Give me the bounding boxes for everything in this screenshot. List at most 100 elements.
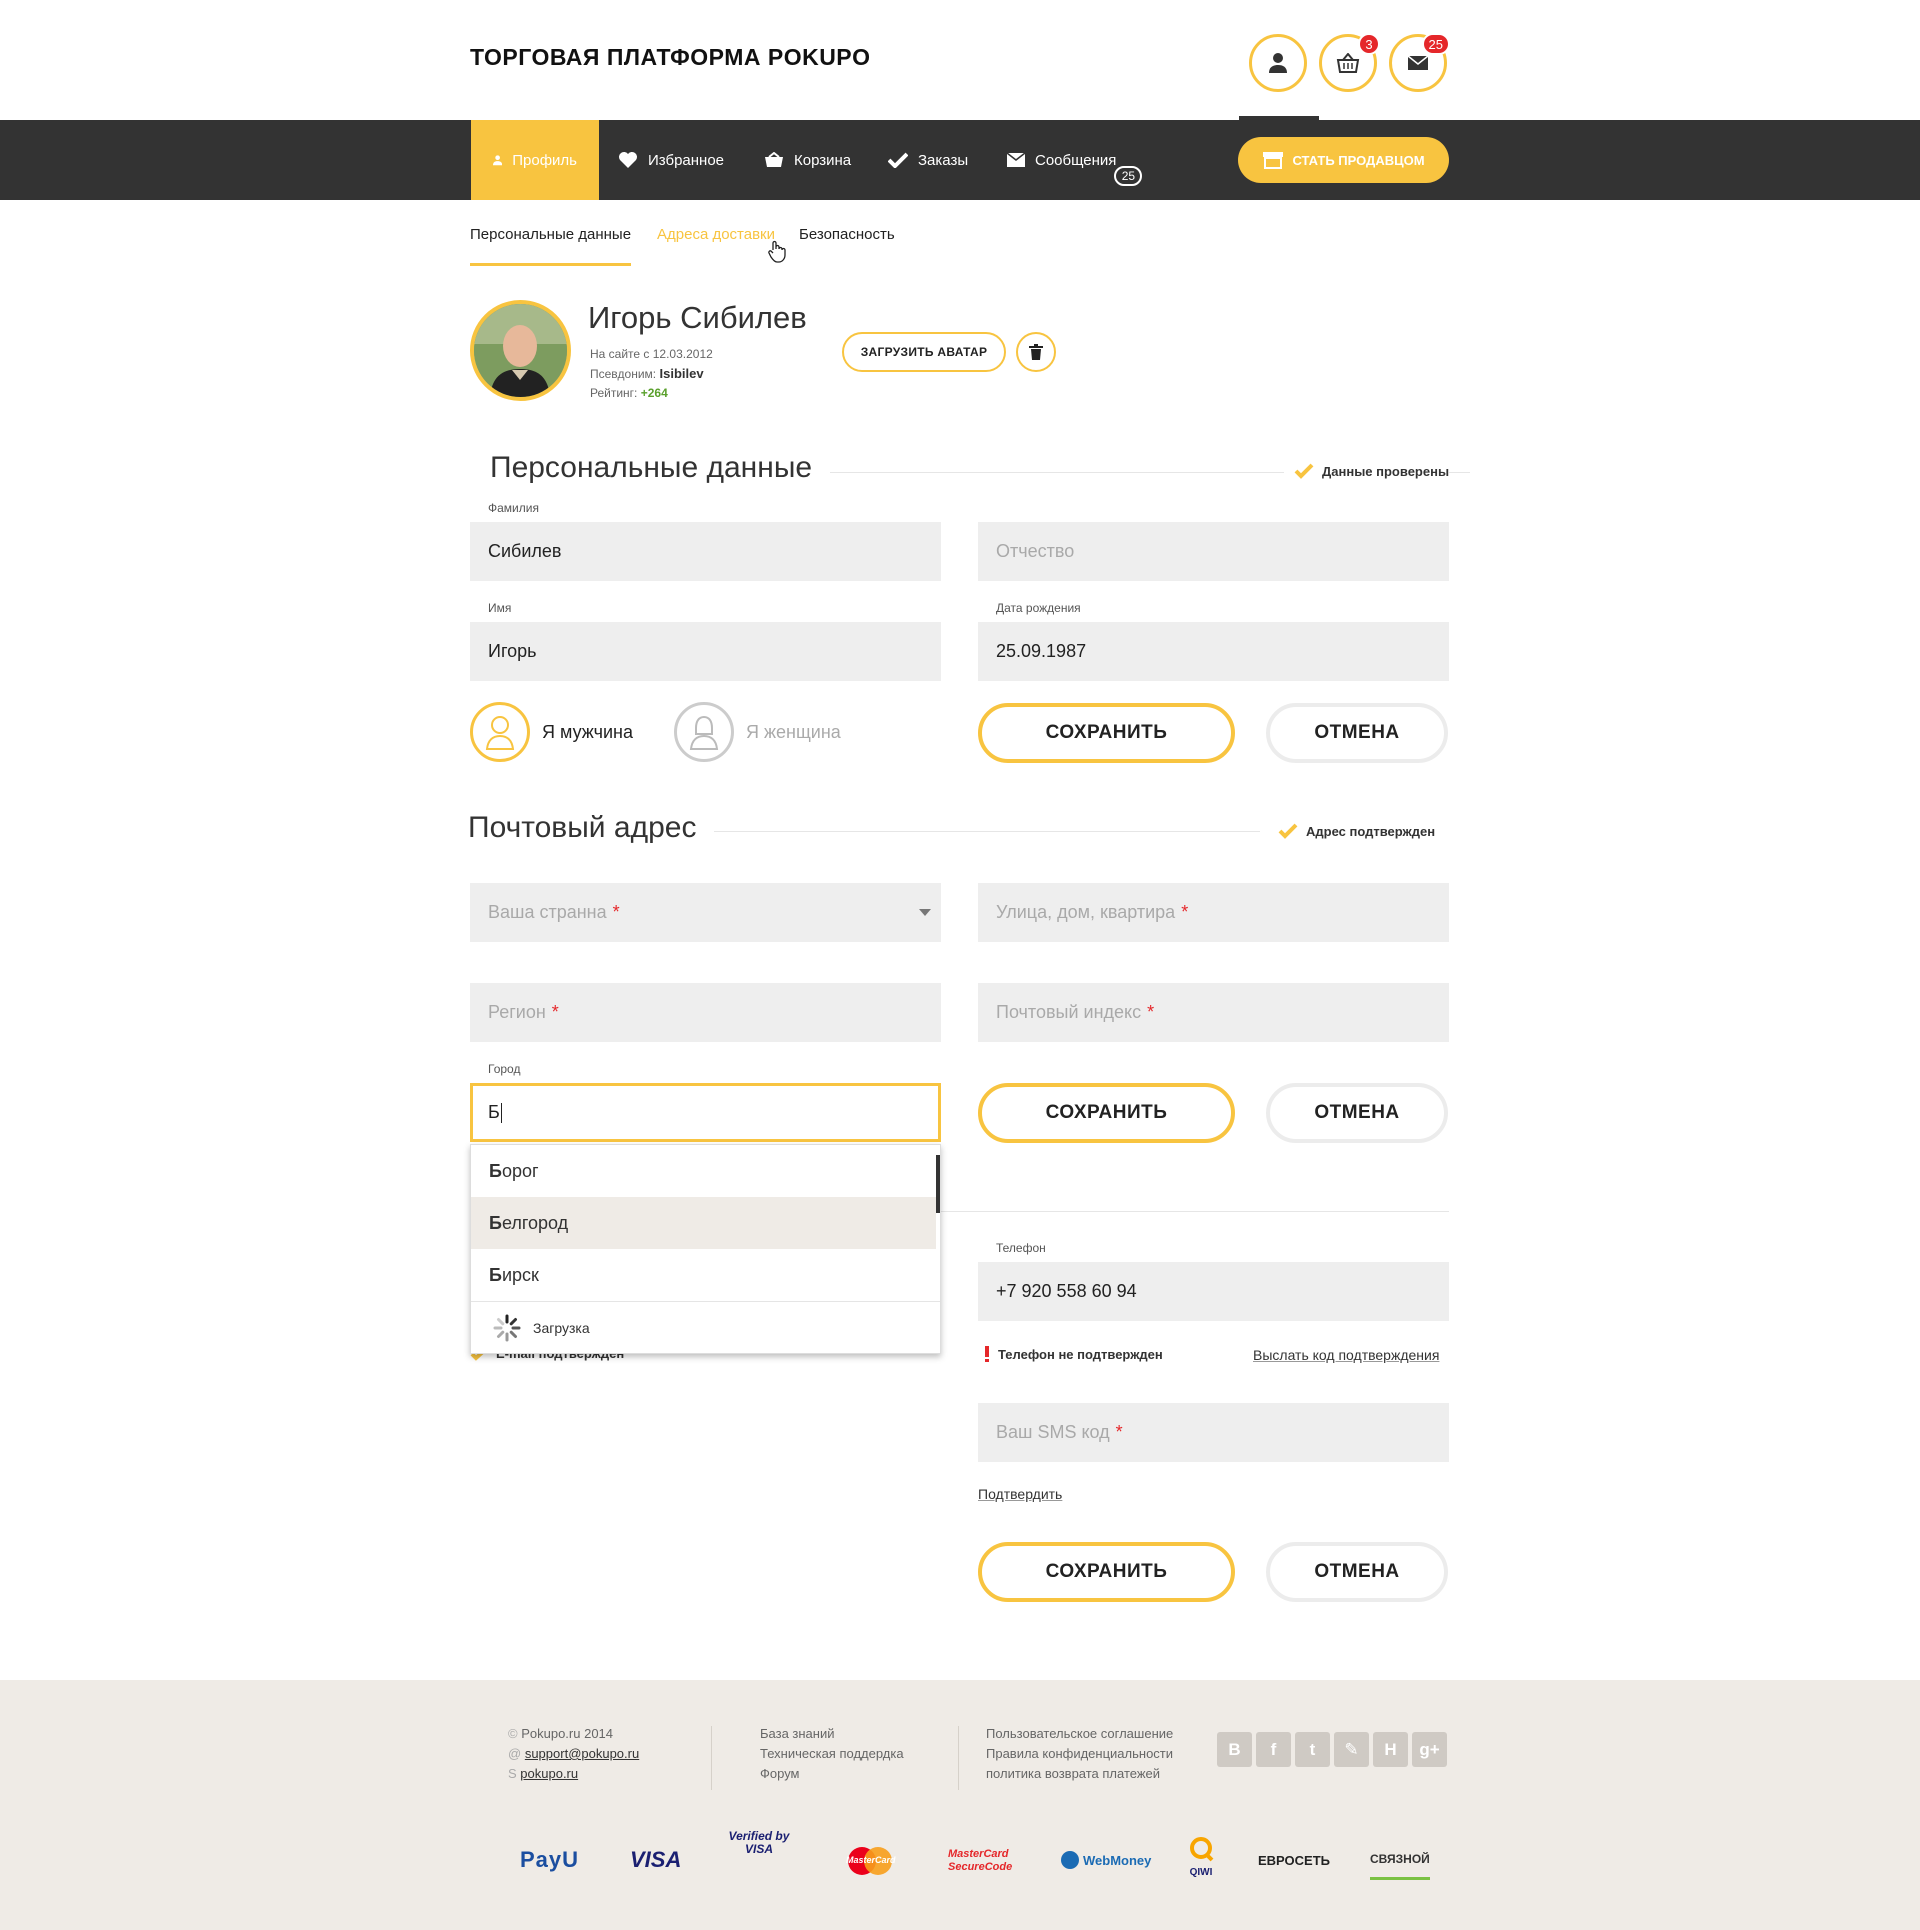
sms-code-field[interactable]: Ваш SMS код *: [978, 1403, 1449, 1462]
confirm-link[interactable]: Подтвердить: [978, 1486, 1062, 1502]
facebook-icon[interactable]: f: [1256, 1732, 1291, 1767]
livejournal-icon[interactable]: ✎: [1334, 1732, 1369, 1767]
country-select[interactable]: Ваша странна *: [470, 883, 941, 942]
gender-male-label: Я мужчина: [542, 721, 634, 742]
female-icon: [674, 702, 734, 762]
footer-help-links: База знаний Техническая поддердка Форум: [760, 1724, 904, 1784]
country-placeholder: Ваша странна: [488, 902, 607, 922]
qiwi-logo: QIWI: [1186, 1836, 1216, 1878]
send-code-link[interactable]: Выслать код подтверждения: [1253, 1347, 1439, 1363]
chevron-down-icon: [919, 909, 931, 916]
city-suggestion[interactable]: Борог: [471, 1145, 940, 1197]
gender-female-option[interactable]: Я женщина: [674, 702, 841, 762]
address-cancel-button[interactable]: ОТМЕНА: [1266, 1083, 1448, 1143]
user-icon: [493, 155, 503, 166]
street-placeholder: Улица, дом, квартира: [996, 902, 1176, 922]
support-link[interactable]: Техническая поддердка: [760, 1744, 904, 1764]
loading-row: Загрузка: [471, 1301, 940, 1353]
nav-profile[interactable]: Профиль: [471, 120, 599, 200]
store-icon: [1263, 152, 1284, 169]
become-seller-button[interactable]: СТАТЬ ПРОДАВЦОМ: [1238, 137, 1449, 183]
required-mark: *: [1115, 1422, 1123, 1442]
habrahabr-icon[interactable]: H: [1373, 1732, 1408, 1767]
twitter-icon[interactable]: t: [1295, 1732, 1330, 1767]
member-since: На сайте с 12.03.2012: [590, 347, 713, 361]
delete-avatar-button[interactable]: [1016, 332, 1056, 372]
phone-unverified-label: Телефон не подтвержден: [998, 1346, 1163, 1362]
skype-link[interactable]: pokupo.ru: [520, 1766, 578, 1781]
zip-field[interactable]: Почтовый индекс *: [978, 983, 1449, 1042]
checkmark-icon: [1278, 823, 1298, 839]
sms-code-placeholder: Ваш SMS код: [996, 1422, 1110, 1442]
at-icon: @: [508, 1746, 522, 1761]
surname-field[interactable]: Сибилев: [470, 522, 941, 581]
nav-favorites-label: Избранное: [648, 151, 725, 169]
city-suggestion[interactable]: Бирск: [471, 1249, 940, 1301]
name-label: Имя: [488, 601, 512, 615]
vk-icon[interactable]: B: [1217, 1732, 1252, 1767]
city-suggestion[interactable]: Белгород: [471, 1197, 936, 1249]
copyright-text: Pokupo.ru 2014: [521, 1726, 614, 1741]
user-agreement-link[interactable]: Пользовательское соглашение: [986, 1724, 1173, 1744]
tab-personal-data[interactable]: Персональные данные: [470, 226, 632, 266]
text-cursor: [500, 1102, 502, 1123]
name-field[interactable]: Игорь: [470, 622, 941, 681]
city-field[interactable]: Б: [470, 1083, 941, 1142]
suggestion-match: Б: [489, 1160, 502, 1181]
tab-security[interactable]: Безопасность: [799, 226, 895, 243]
birth-date-label: Дата рождения: [996, 601, 1081, 615]
support-email-link[interactable]: support@pokupo.ru: [525, 1746, 639, 1761]
avatar: [470, 300, 571, 401]
refund-policy-link[interactable]: политика возврата платежей: [986, 1764, 1173, 1784]
region-field[interactable]: Регион *: [470, 983, 941, 1042]
nav-cart[interactable]: Корзина: [764, 120, 851, 200]
messages-button[interactable]: 25: [1389, 33, 1450, 92]
dropdown-scrollbar[interactable]: [936, 1155, 940, 1213]
personal-verified-status: Данные проверены: [1284, 463, 1450, 479]
personal-cancel-button[interactable]: ОТМЕНА: [1266, 703, 1448, 763]
nav-cart-label: Корзина: [794, 151, 852, 169]
hand-cursor-icon: [768, 240, 786, 269]
required-mark: *: [612, 902, 620, 922]
upload-avatar-button[interactable]: ЗАГРУЗИТЬ АВАТАР: [842, 332, 1006, 372]
cart-count-badge: 3: [1358, 33, 1380, 55]
contacts-cancel-button[interactable]: ОТМЕНА: [1266, 1542, 1448, 1602]
envelope-icon: [1007, 153, 1025, 167]
suggestion-match: Б: [489, 1212, 502, 1233]
section-divider: [940, 1211, 1449, 1212]
knowledge-base-link[interactable]: База знаний: [760, 1724, 904, 1744]
gender-male-option[interactable]: Я мужчина: [470, 702, 633, 762]
tab-delivery-addresses[interactable]: Адреса доставки: [657, 226, 775, 243]
nav-favorites[interactable]: Избранное: [618, 120, 724, 200]
heart-icon: [619, 152, 637, 168]
forum-link[interactable]: Форум: [760, 1764, 904, 1784]
address-verified-label: Адрес подтвержден: [1306, 823, 1436, 839]
exclamation-icon: [985, 1346, 989, 1362]
personal-save-button[interactable]: СОХРАНИТЬ: [978, 703, 1235, 763]
privacy-link[interactable]: Правила конфиденциальности: [986, 1744, 1173, 1764]
nickname-value: Isibilev: [659, 366, 704, 381]
loading-label: Загрузка: [533, 1319, 590, 1336]
nav-profile-label: Профиль: [512, 151, 577, 169]
address-verified-status: Адрес подтвержден: [1278, 823, 1436, 839]
required-mark: *: [1181, 902, 1189, 922]
personal-section-title: Персональные данные: [470, 451, 831, 485]
zip-placeholder: Почтовый индекс: [996, 1002, 1142, 1022]
nav-orders[interactable]: Заказы: [888, 120, 968, 200]
nav-messages-label-wrap: Сообщения 25: [1035, 152, 1143, 186]
contacts-save-button[interactable]: СОХРАНИТЬ: [978, 1542, 1235, 1602]
profile-button[interactable]: [1249, 34, 1307, 92]
site-logo[interactable]: ТОРГОВАЯ ПЛАТФОРМА POKUPO: [470, 44, 871, 71]
gender-female-label: Я женщина: [746, 721, 841, 742]
street-field[interactable]: Улица, дом, квартира *: [978, 883, 1449, 942]
webmoney-text: WebMoney: [1083, 1852, 1152, 1868]
email-row: @ support@pokupo.ru: [508, 1744, 639, 1764]
address-save-button[interactable]: СОХРАНИТЬ: [978, 1083, 1235, 1143]
nav-messages[interactable]: Сообщения 25: [1007, 120, 1143, 200]
phone-field[interactable]: +7 920 558 60 94: [978, 1262, 1449, 1321]
birth-date-field[interactable]: 25.09.1987: [978, 622, 1449, 681]
nickname-row: Псевдоним: Isibilev: [590, 366, 704, 381]
googleplus-icon[interactable]: g+: [1412, 1732, 1447, 1767]
patronymic-field[interactable]: Отчество: [978, 522, 1449, 581]
cart-button[interactable]: 3: [1319, 33, 1380, 92]
